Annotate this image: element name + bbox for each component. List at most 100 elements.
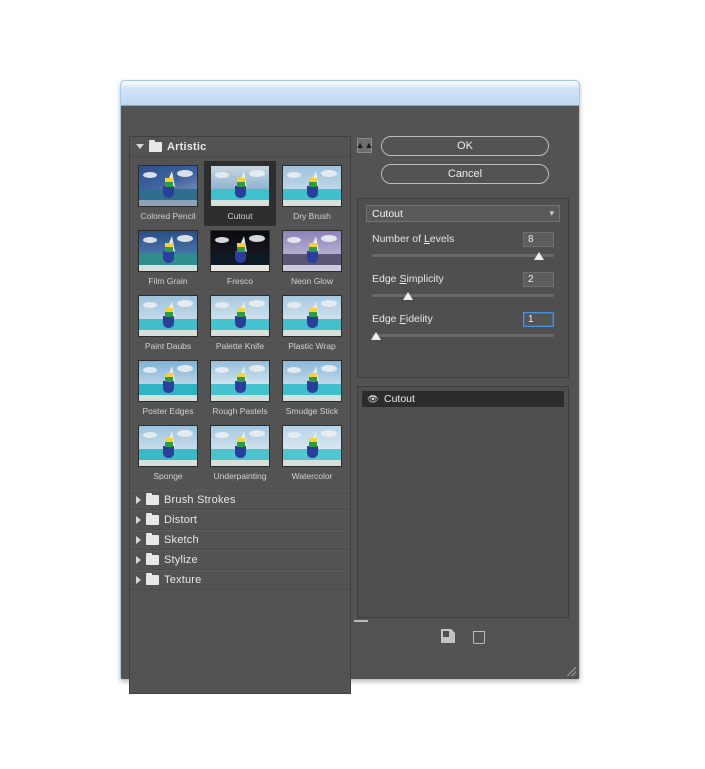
thumb-cloud [215,237,229,243]
control-slider[interactable] [370,330,554,342]
slider-thumb-icon[interactable] [403,292,414,300]
filter-thumb-poster-edges[interactable]: Poster Edges [132,356,204,421]
filter-thumb-label: Film Grain [148,276,188,286]
thumb-cloud [321,170,337,177]
filter-thumbnail-image [138,425,198,467]
dialog-titlebar[interactable] [121,81,579,106]
filter-category-sketch[interactable]: Sketch [130,530,350,550]
thumb-cloud [215,172,229,178]
thumb-hull [307,316,318,328]
thumb-sand [283,460,341,466]
triangle-right-icon[interactable] [136,556,141,564]
category-header-artistic[interactable]: Artistic [130,137,350,157]
filter-thumb-plastic-wrap[interactable]: Plastic Wrap [276,291,348,356]
filter-thumbnail-image [138,360,198,402]
filter-thumb-label: Watercolor [291,471,333,481]
effect-layer-row[interactable]: 👁 Cutout [362,391,564,407]
triangle-right-icon[interactable] [136,576,141,584]
filter-thumb-paint-daubs[interactable]: Paint Daubs [132,291,204,356]
control-value-input[interactable]: 8 [523,231,554,247]
thumb-accent [237,247,245,252]
thumb-hull [235,251,246,263]
filter-thumb-rough-pastels[interactable]: Rough Pastels [204,356,276,421]
filter-thumb-neon-glow[interactable]: Neon Glow [276,226,348,291]
thumb-accent [309,442,317,447]
filter-select-dropdown[interactable]: Cutout ▾ [366,205,560,222]
category-label: Texture [164,574,202,586]
filter-thumb-label: Fresco [227,276,253,286]
thumb-accent [237,442,245,447]
cancel-button[interactable]: Cancel [381,164,549,184]
filter-thumbnail-image [282,165,342,207]
thumb-hull [163,381,174,393]
filter-thumb-watercolor[interactable]: Watercolor [276,421,348,486]
thumb-sand [211,460,269,466]
slider-thumb-icon[interactable] [534,252,545,260]
filter-thumb-palette-knife[interactable]: Palette Knife [204,291,276,356]
thumb-sand [139,395,197,401]
filter-thumbnail-image [282,360,342,402]
filter-thumb-label: Sponge [153,471,183,481]
filter-thumbnail-image [138,230,198,272]
resize-grip-icon[interactable] [567,667,576,676]
slider-thumb-icon[interactable] [370,332,381,340]
filter-thumb-dry-brush[interactable]: Dry Brush [276,161,348,226]
collapse-panel-button[interactable]: ▲▲ [356,138,373,153]
filter-thumb-cutout[interactable]: Cutout [204,161,276,226]
triangle-down-icon[interactable] [136,144,144,149]
control-slider[interactable] [372,290,554,302]
chevron-down-icon: ▾ [549,208,554,218]
new-effect-layer-icon[interactable] [441,629,455,643]
control-value-input[interactable]: 2 [523,271,554,287]
effect-layers-pane: 👁 Cutout [357,386,569,618]
filter-category-texture[interactable]: Texture [130,570,350,590]
thumb-accent [237,182,245,187]
thumb-cloud [143,432,157,438]
thumb-accent [165,182,173,187]
thumb-hull [307,251,318,263]
trash-icon[interactable] [473,631,485,644]
thumb-cloud [287,432,301,438]
thumb-hull [235,446,246,458]
filter-thumb-film-grain[interactable]: Film Grain [132,226,204,291]
thumb-cloud [215,432,229,438]
thumb-hull [163,186,174,198]
thumb-cloud [177,365,193,372]
ok-button[interactable]: OK [381,136,549,156]
thumb-cloud [249,300,265,307]
triangle-right-icon[interactable] [136,496,141,504]
dialog-button-row: ▲▲ OK Cancel [356,136,573,190]
filter-thumbnail-image [210,230,270,272]
filter-thumb-fresco[interactable]: Fresco [204,226,276,291]
thumb-sand [139,200,197,206]
filter-thumbnail-image [138,165,198,207]
thumb-hull [163,316,174,328]
filter-thumb-colored-pencil[interactable]: Colored Pencil [132,161,204,226]
control-edge-simplicity: Edge Simplicity 2 [372,271,554,302]
thumb-cloud [249,430,265,437]
triangle-right-icon[interactable] [136,536,141,544]
filter-category-distort[interactable]: Distort [130,510,350,530]
triangle-right-icon[interactable] [136,516,141,524]
filter-thumb-sponge[interactable]: Sponge [132,421,204,486]
thumb-accent [309,377,317,382]
eye-icon[interactable]: 👁 [366,392,380,406]
filter-category-brush-strokes[interactable]: Brush Strokes [130,490,350,510]
thumb-sand [211,395,269,401]
thumb-cloud [287,367,301,373]
thumb-cloud [143,302,157,308]
filter-category-stylize[interactable]: Stylize [130,550,350,570]
thumb-accent [165,377,173,382]
thumb-accent [165,312,173,317]
effect-layer-toolbar [357,624,569,648]
thumb-cloud [177,300,193,307]
control-slider[interactable] [372,250,554,262]
thumb-hull [235,316,246,328]
filter-thumb-label: Smudge Stick [285,406,339,416]
filter-thumb-smudge-stick[interactable]: Smudge Stick [276,356,348,421]
thumb-cloud [249,365,265,372]
control-value-input[interactable]: 1 [523,311,554,327]
filter-thumb-underpainting[interactable]: Underpainting [204,421,276,486]
thumb-sand [211,200,269,206]
filter-thumb-label: Rough Pastels [212,406,268,416]
